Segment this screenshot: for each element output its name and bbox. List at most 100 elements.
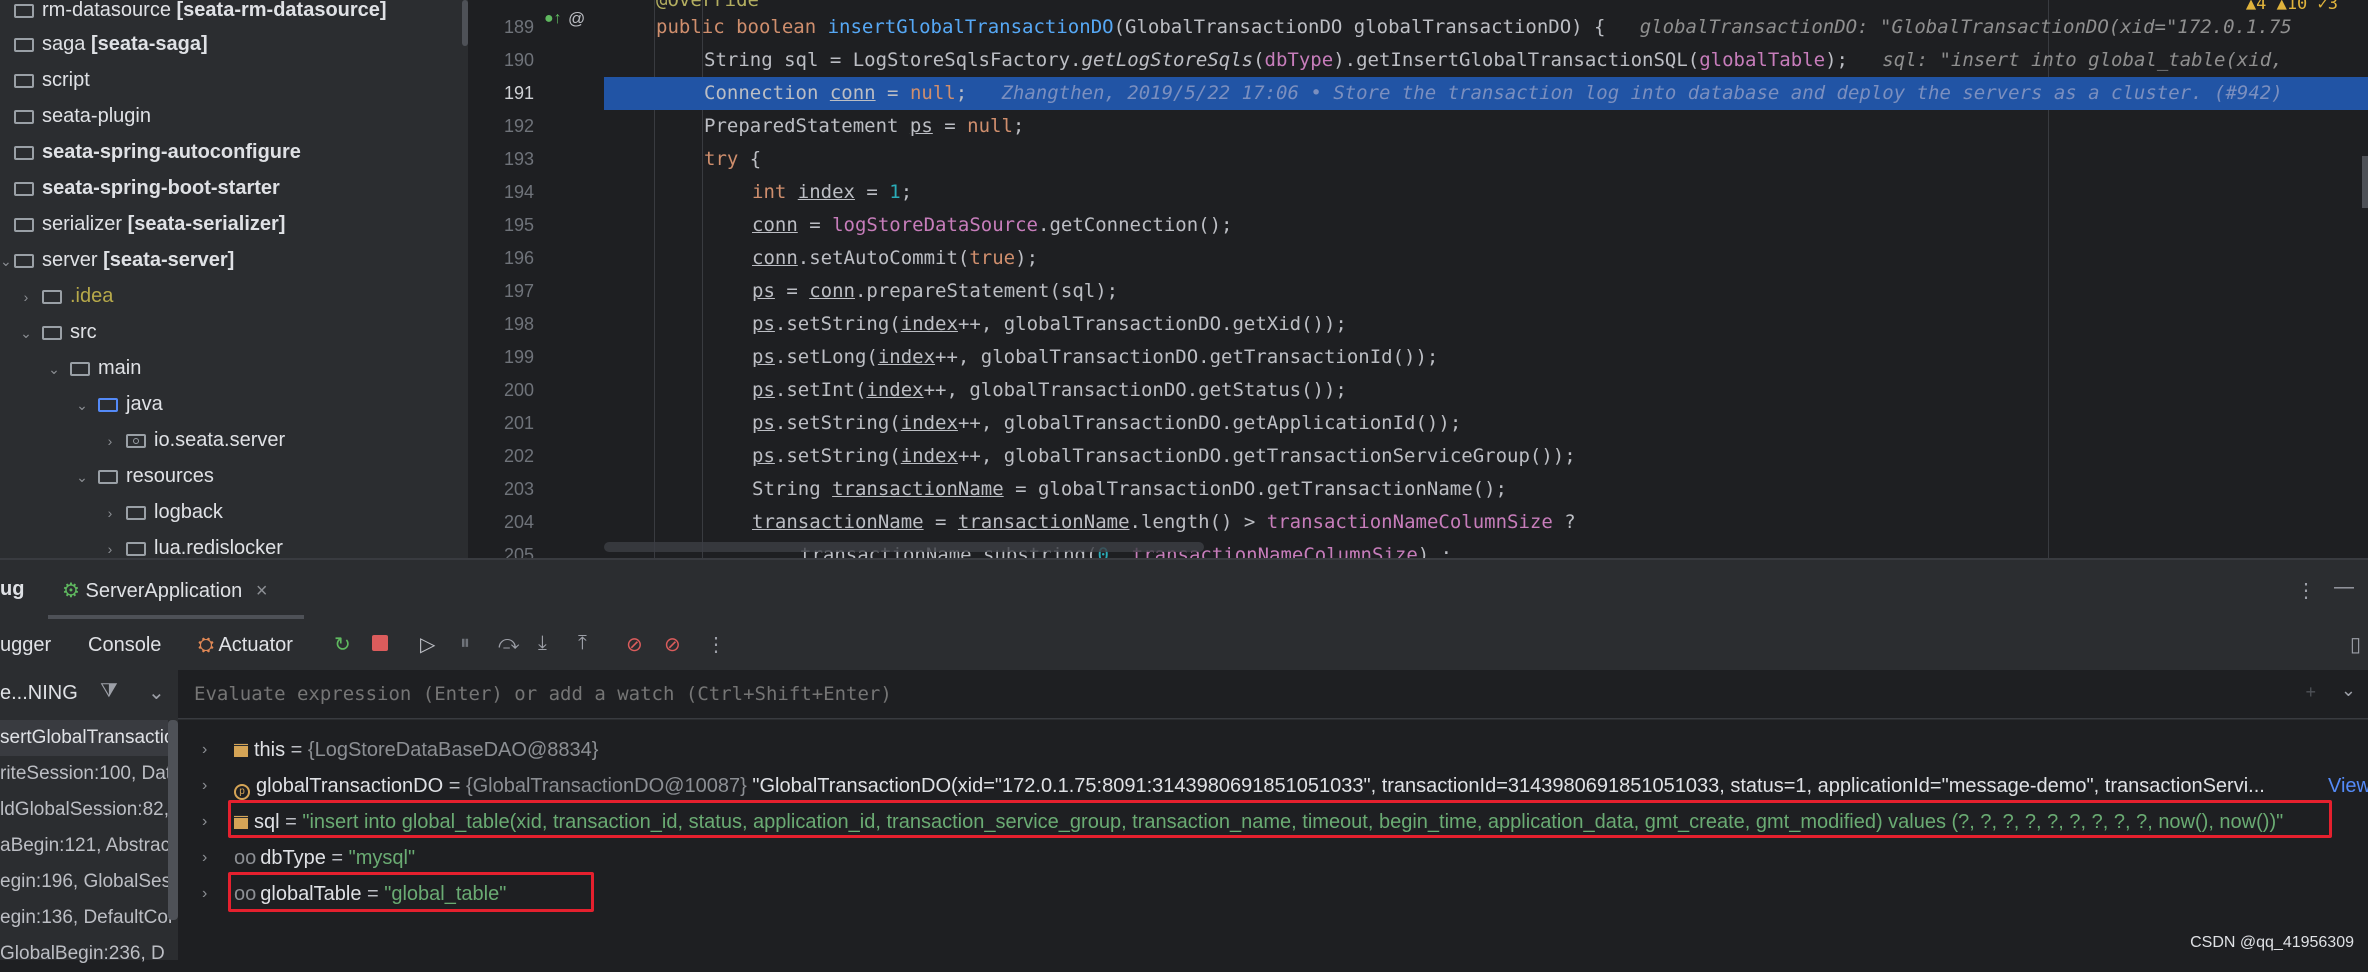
folder-icon: [14, 74, 34, 88]
chevron-down-icon[interactable]: ⌄: [74, 459, 90, 495]
resume-icon[interactable]: ▷: [420, 632, 435, 657]
frame-item[interactable]: ldGlobalSession:82,: [0, 792, 169, 828]
run-config-icon: ⚙: [62, 580, 80, 602]
thread-selector[interactable]: e...NING: [0, 682, 78, 705]
code-editor[interactable]: @Override public boolean insertGlobalTra…: [604, 0, 2368, 560]
frame-item[interactable]: egin:196, GlobalSess: [0, 864, 181, 900]
chevron-right-icon[interactable]: ›: [102, 531, 118, 560]
tree-item-src[interactable]: ⌄ src: [18, 314, 97, 350]
chevron-right-icon[interactable]: ›: [202, 840, 207, 876]
chevron-right-icon[interactable]: ›: [202, 732, 207, 768]
chevron-down-icon[interactable]: ⌄: [74, 387, 90, 423]
chevron-right-icon[interactable]: ›: [202, 876, 207, 912]
tree-item-resources[interactable]: ⌄ resources: [74, 458, 214, 494]
code-line-194: int index = 1;: [752, 181, 913, 203]
tab-console[interactable]: Console: [88, 634, 161, 657]
horizontal-scrollbar[interactable]: [604, 542, 1204, 552]
tree-item-rm-datasource[interactable]: rm-datasource [seata-rm-datasource]: [14, 0, 387, 28]
close-icon[interactable]: ×: [256, 580, 268, 602]
vertical-scrollbar[interactable]: [2362, 156, 2368, 208]
code-line-195: conn = logStoreDataSource.getConnection(…: [752, 214, 1233, 236]
tab-actuator[interactable]: ⛭ Actuator: [198, 634, 293, 657]
tree-item-script[interactable]: script: [14, 62, 90, 98]
line-number: 197: [503, 281, 534, 301]
frame-item[interactable]: riteSession:100, Data: [0, 756, 182, 792]
frame-item[interactable]: sertGlobalTransactio: [0, 720, 175, 756]
line-number: 189: [503, 17, 534, 37]
tree-item-saga[interactable]: saga [seata-saga]: [14, 26, 208, 62]
stop-icon[interactable]: [372, 634, 388, 657]
view-link[interactable]: View: [2328, 768, 2368, 804]
folder-icon: [14, 218, 34, 232]
line-number: 198: [503, 314, 534, 334]
frame-item[interactable]: aBegin:121, Abstract: [0, 828, 175, 864]
step-into-icon[interactable]: ⤓: [538, 632, 547, 655]
more-options-icon[interactable]: ⋮: [2296, 578, 2316, 603]
line-number: 192: [503, 116, 534, 136]
step-out-icon[interactable]: ⤒: [578, 632, 587, 655]
mute-breakpoints-icon[interactable]: ⊘: [664, 632, 681, 657]
more-actions-icon[interactable]: ⋮: [706, 632, 726, 657]
code-line-192: PreparedStatement ps = null;: [704, 115, 1025, 137]
minimize-icon[interactable]: —: [2334, 576, 2354, 599]
view-breakpoints-icon[interactable]: ⊘: [626, 632, 643, 657]
pause-icon[interactable]: ⏸: [460, 632, 470, 655]
chevron-down-icon[interactable]: ⌄: [0, 243, 12, 279]
tree-item-java[interactable]: ⌄ java: [74, 386, 163, 422]
chevron-down-icon[interactable]: ⌄: [46, 351, 62, 387]
tree-item-idea[interactable]: › .idea: [18, 278, 114, 315]
chevron-down-icon[interactable]: ⌄: [18, 315, 34, 351]
line-number: 191: [503, 83, 534, 103]
chevron-down-icon[interactable]: ⌄: [2341, 680, 2356, 701]
tree-item-lua-redislocker[interactable]: › lua.redislocker: [102, 530, 283, 560]
frame-item[interactable]: egin:136, DefaultCor: [0, 900, 174, 936]
frame-item[interactable]: GlobalBegin:236, D: [0, 936, 165, 972]
line-number: 193: [503, 149, 534, 169]
line-number: 194: [503, 182, 534, 202]
chevron-right-icon[interactable]: ›: [102, 423, 118, 459]
chevron-right-icon[interactable]: ›: [202, 768, 207, 804]
inline-debug-value: globalTransactionDO: "GlobalTransactionD…: [1639, 16, 2292, 38]
folder-icon: [126, 506, 146, 520]
tree-item-io-seata-server[interactable]: › io.seata.server: [102, 422, 286, 459]
chevron-down-icon[interactable]: ⌄: [148, 680, 165, 705]
line-number: 190: [503, 50, 534, 70]
inspection-warnings-indicator[interactable]: ▲4 ▲10 ✓3: [2246, 0, 2338, 14]
step-over-icon[interactable]: ⤼: [498, 632, 519, 655]
folder-icon: [14, 110, 34, 124]
folder-icon: [14, 38, 34, 52]
evaluate-expression-input[interactable]: [192, 670, 2296, 718]
highlight-box-sql: [228, 800, 2332, 838]
session-tab-serverapplication[interactable]: ⚙ ServerApplication ×: [62, 578, 268, 603]
code-line-191: Connection conn = null; Zhangthen, 2019/…: [604, 77, 2368, 110]
chevron-right-icon[interactable]: ›: [18, 279, 34, 315]
inline-debug-value: sql: "insert into global_table(xid,: [1882, 49, 2283, 71]
chevron-right-icon[interactable]: ›: [102, 495, 118, 531]
tree-item-logback[interactable]: › logback: [102, 494, 223, 530]
parameter-icon: p: [234, 784, 250, 800]
tree-item-serializer[interactable]: serializer [seata-serializer]: [14, 206, 285, 242]
tree-item-main[interactable]: ⌄ main: [46, 350, 141, 386]
tab-debugger[interactable]: ugger: [0, 634, 51, 657]
line-number: 200: [503, 380, 534, 400]
add-watch-icon[interactable]: +: [2305, 682, 2316, 703]
frames-scrollbar[interactable]: [168, 720, 178, 920]
annotation-icon[interactable]: @: [568, 9, 585, 29]
code-line-196: conn.setAutoCommit(true);: [752, 247, 1039, 269]
chevron-right-icon[interactable]: ›: [202, 804, 207, 840]
tree-item-seata-spring-boot-starter[interactable]: seata-spring-boot-starter: [14, 170, 280, 206]
tree-item-seata-spring-autoconfigure[interactable]: seata-spring-autoconfigure: [14, 134, 301, 170]
frames-list: sertGlobalTransactio riteSession:100, Da…: [0, 720, 182, 964]
folder-icon: [70, 362, 90, 376]
line-number: 195: [503, 215, 534, 235]
folder-icon: [14, 146, 34, 160]
debug-tool-window: ug ⚙ ServerApplication × ⋮ — ugger Conso…: [0, 560, 2368, 964]
line-number: 196: [503, 248, 534, 268]
code-line-193: try {: [704, 148, 762, 170]
tree-item-server[interactable]: ⌄ server [seata-server]: [0, 242, 234, 278]
rerun-icon[interactable]: ↻: [334, 632, 351, 657]
layout-icon[interactable]: ▯: [2350, 632, 2361, 657]
override-marker-icon[interactable]: ●↑: [544, 10, 562, 28]
filter-icon[interactable]: ⧩: [100, 680, 118, 703]
tree-item-seata-plugin[interactable]: seata-plugin: [14, 98, 151, 134]
